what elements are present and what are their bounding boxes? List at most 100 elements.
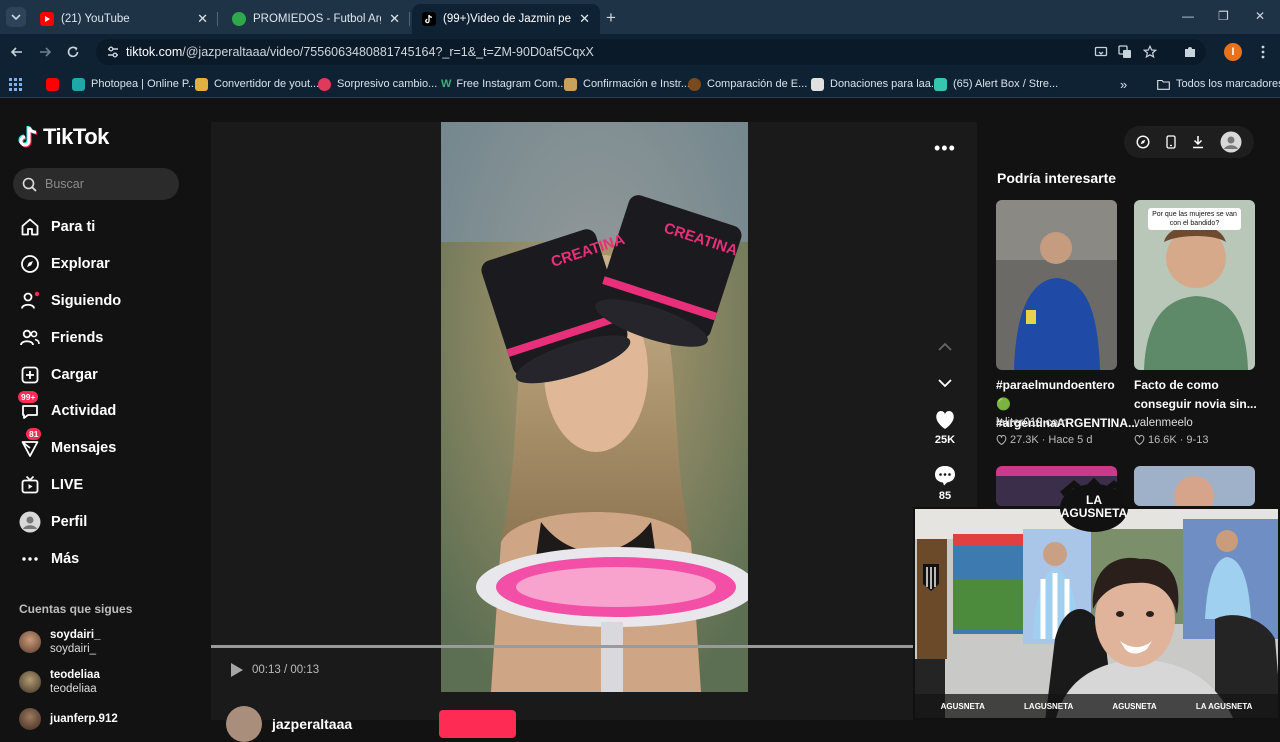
- close-window-button[interactable]: ✕: [1255, 9, 1265, 23]
- nav-item-mas[interactable]: Más: [18, 546, 79, 572]
- compass-icon[interactable]: [1136, 135, 1150, 149]
- comment-button[interactable]: 85: [929, 465, 961, 502]
- nav-item-siguiendo[interactable]: Siguiendo: [18, 288, 121, 314]
- logo-text: TikTok: [43, 124, 109, 149]
- bookmark-label: Sorpresivo cambio...: [337, 78, 438, 90]
- tab-tiktok[interactable]: (99+)Video de Jazmin peralta ( ✕: [412, 4, 600, 34]
- tiktok-icon: [422, 12, 436, 26]
- chevron-down-icon: [11, 14, 21, 21]
- bookmark-favicon: [72, 77, 85, 91]
- seek-bar[interactable]: [211, 645, 914, 648]
- translate-icon[interactable]: [1116, 43, 1134, 61]
- play-icon[interactable]: [230, 662, 244, 678]
- follow-button[interactable]: [439, 710, 516, 738]
- bookmark-item[interactable]: Photopea | Online P...: [72, 76, 197, 92]
- nav-label: Actividad: [51, 403, 117, 419]
- recommendation-thumbnail[interactable]: [1134, 466, 1255, 506]
- arrow-left-icon: [10, 47, 22, 57]
- nav-label: Cargar: [51, 367, 98, 383]
- profile-icon: [18, 510, 42, 534]
- all-bookmarks-button[interactable]: Todos los marcadores: [1157, 76, 1280, 92]
- phone-icon[interactable]: [1166, 135, 1176, 149]
- video-frame: CREATINA CREATINA: [441, 122, 748, 692]
- recommendation-author[interactable]: laliter019.com: [996, 417, 1068, 429]
- video-options-button[interactable]: •••: [934, 138, 956, 159]
- bookmark-item[interactable]: Comparación de E...: [688, 76, 807, 92]
- nav-item-live[interactable]: LIVE: [18, 472, 83, 498]
- browser-menu-icon[interactable]: [1254, 43, 1272, 61]
- following-account[interactable]: juanferp.912: [19, 708, 118, 730]
- webcam-image: [915, 509, 1278, 718]
- cast-icon[interactable]: [1092, 43, 1110, 61]
- more-bookmarks-button[interactable]: »: [1120, 76, 1127, 92]
- url-path: /@jazperaltaaa/video/7556063480881745164…: [182, 45, 594, 59]
- close-tab-icon[interactable]: ✕: [389, 11, 400, 27]
- close-tab-icon[interactable]: ✕: [579, 11, 590, 27]
- bookmark-item[interactable]: Confirmación e Instr...: [564, 76, 690, 92]
- recommendation-author[interactable]: valenmeelo: [1134, 417, 1193, 429]
- reload-button[interactable]: [64, 43, 82, 61]
- bookmark-star-icon[interactable]: [1141, 43, 1159, 61]
- back-button[interactable]: [8, 43, 26, 61]
- download-icon[interactable]: [1192, 135, 1204, 149]
- tab-search-button[interactable]: [6, 7, 26, 27]
- nav-label: Mensajes: [51, 440, 117, 456]
- upload-icon: [18, 363, 42, 387]
- nav-item-perfil[interactable]: Perfil: [18, 509, 87, 535]
- url-domain: tiktok.com: [126, 45, 183, 59]
- recommendation-thumbnail[interactable]: [996, 200, 1117, 370]
- user-avatar[interactable]: [1220, 131, 1242, 153]
- following-account[interactable]: soydairi_ soydairi_: [19, 628, 101, 656]
- nav-label: Siguiendo: [51, 293, 122, 309]
- author-row[interactable]: jazperaltaaa: [226, 706, 352, 742]
- recommendation-thumbnail[interactable]: Por que las mujeres se van con el bandid…: [1134, 200, 1255, 370]
- like-count: 27.3K: [1010, 434, 1039, 446]
- bookmark-item[interactable]: Donaciones para laa...: [811, 76, 940, 92]
- bookmark-label: Confirmación e Instr...: [583, 78, 690, 90]
- search-input[interactable]: Buscar: [13, 168, 179, 200]
- tab-youtube[interactable]: (21) YouTube ✕: [30, 4, 218, 34]
- nav-item-friends[interactable]: Friends: [18, 325, 103, 351]
- site-settings-icon[interactable]: [106, 45, 120, 59]
- nav-item-cargar[interactable]: Cargar: [18, 362, 98, 388]
- bookmarks-bar: Photopea | Online P... Convertidor de yo…: [0, 70, 1280, 98]
- bookmark-youtube[interactable]: [46, 76, 65, 92]
- recommendation-meta: 16.6K · 9-13: [1134, 434, 1208, 446]
- tiktok-icon: [18, 126, 38, 148]
- like-count: 16.6K: [1148, 434, 1177, 446]
- minimize-button[interactable]: —: [1182, 9, 1194, 23]
- new-tab-button[interactable]: +: [606, 8, 616, 28]
- bookmark-item[interactable]: Sorpresivo cambio...: [318, 76, 437, 92]
- nav-item-mensajes[interactable]: 81 Mensajes: [18, 428, 117, 461]
- bookmark-item[interactable]: W Free Instagram Com...: [441, 76, 566, 92]
- url-field[interactable]: tiktok.com/@jazperaltaaa/video/755606348…: [96, 39, 1206, 65]
- next-video-button[interactable]: [929, 378, 961, 388]
- search-placeholder: Buscar: [45, 177, 84, 191]
- bookmark-item[interactable]: Convertidor de yout...: [195, 76, 319, 92]
- bookmark-item[interactable]: (65) Alert Box / Stre...: [934, 76, 1058, 92]
- close-tab-icon[interactable]: ✕: [197, 11, 208, 27]
- profile-avatar[interactable]: I: [1224, 43, 1242, 61]
- video-player[interactable]: CREATINA CREATINA: [441, 122, 748, 692]
- url-text: tiktok.com/@jazperaltaaa/video/755606348…: [126, 45, 594, 59]
- forward-button[interactable]: [36, 43, 54, 61]
- apps-grid-icon[interactable]: [9, 76, 22, 92]
- social-handle: AGUSNETA: [1112, 701, 1157, 711]
- following-account[interactable]: teodeliaa teodeliaa: [19, 668, 100, 696]
- nav-item-actividad[interactable]: 99+ Actividad: [18, 391, 117, 424]
- like-button[interactable]: 25K: [929, 410, 961, 446]
- bookmark-favicon: [688, 77, 701, 91]
- search-icon: [22, 177, 37, 192]
- bookmark-favicon: W: [441, 77, 452, 90]
- recommendation-title[interactable]: Facto de como conseguir novia sin...: [1134, 376, 1258, 414]
- nav-item-explorar[interactable]: Explorar: [18, 251, 110, 277]
- nav-label: Perfil: [51, 514, 88, 530]
- nav-label: Friends: [51, 330, 104, 346]
- maximize-button[interactable]: ❐: [1218, 9, 1229, 23]
- home-icon: [18, 215, 42, 239]
- nav-item-para-ti[interactable]: Para ti: [18, 214, 95, 240]
- previous-video-button[interactable]: [929, 342, 961, 352]
- extensions-icon[interactable]: [1181, 43, 1199, 61]
- tiktok-logo[interactable]: TikTok: [18, 124, 109, 150]
- tab-promiedos[interactable]: PROMIEDOS - Futbol Argentino ✕: [222, 4, 410, 34]
